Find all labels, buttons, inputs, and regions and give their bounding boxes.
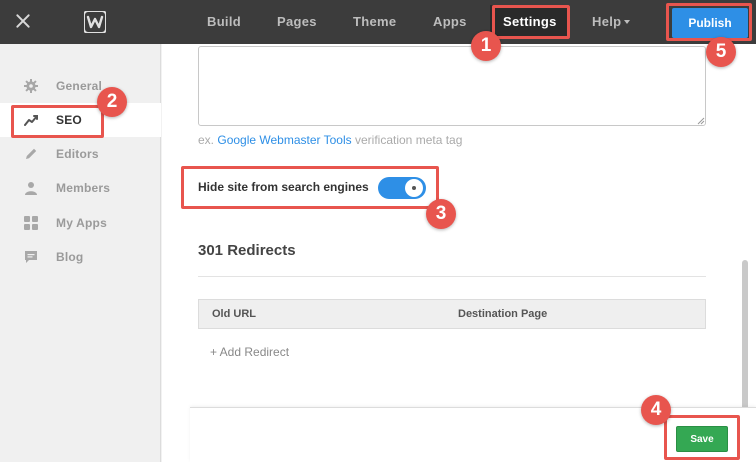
sidebar-item-label: General <box>56 79 103 93</box>
highlight-seo <box>11 105 104 138</box>
tab-theme[interactable]: Theme <box>353 14 396 29</box>
sidebar-item-general[interactable]: General <box>0 69 161 103</box>
caret-down-icon <box>624 20 631 24</box>
sidebar-item-editors[interactable]: Editors <box>0 137 161 171</box>
tab-apps[interactable]: Apps <box>433 14 467 29</box>
highlight-save <box>664 415 740 460</box>
section-divider <box>198 276 706 277</box>
weebly-logo-icon[interactable] <box>84 11 106 33</box>
highlight-publish <box>666 3 752 41</box>
sidebar-item-members[interactable]: Members <box>0 171 161 205</box>
resize-grip-icon[interactable] <box>697 117 705 125</box>
column-destination-page: Destination Page <box>458 308 548 320</box>
person-icon <box>25 182 37 195</box>
tab-help[interactable]: Help <box>592 14 631 29</box>
top-bar: Build Pages Theme Apps Settings Help Pub… <box>0 0 756 44</box>
step-badge-4: 4 <box>641 395 671 425</box>
grid-icon <box>24 216 38 230</box>
step-badge-5: 5 <box>706 37 736 67</box>
step-badge-3: 3 <box>426 199 456 229</box>
highlight-settings <box>492 5 570 39</box>
tab-pages[interactable]: Pages <box>277 14 317 29</box>
tab-build[interactable]: Build <box>207 14 241 29</box>
column-old-url: Old URL <box>212 308 256 320</box>
sidebar-item-my-apps[interactable]: My Apps <box>0 206 161 240</box>
hint-suffix: verification meta tag <box>355 133 463 147</box>
close-icon[interactable] <box>12 10 34 32</box>
meta-tag-textarea[interactable] <box>198 46 706 126</box>
google-webmaster-tools-link[interactable]: Google Webmaster Tools <box>217 133 351 147</box>
step-badge-2: 2 <box>97 87 127 117</box>
speech-bubble-icon <box>25 251 37 263</box>
hint-prefix: ex. <box>198 133 215 147</box>
highlight-toggle <box>181 166 439 209</box>
gear-icon <box>24 79 38 93</box>
sidebar-item-blog[interactable]: Blog <box>0 240 161 274</box>
redirects-table-header: Old URL Destination Page <box>198 299 706 329</box>
add-redirect-button[interactable]: + Add Redirect <box>210 345 289 359</box>
sidebar-item-label: My Apps <box>56 216 107 230</box>
meta-tag-hint: ex. Google Webmaster Tools verification … <box>198 133 462 147</box>
step-badge-1: 1 <box>471 31 501 61</box>
sidebar-item-label: Members <box>56 181 111 195</box>
tab-help-label: Help <box>592 14 622 29</box>
redirects-heading: 301 Redirects <box>198 242 296 259</box>
sidebar-item-label: Editors <box>56 147 99 161</box>
sidebar-item-label: Blog <box>56 250 84 264</box>
pencil-icon <box>26 148 37 159</box>
